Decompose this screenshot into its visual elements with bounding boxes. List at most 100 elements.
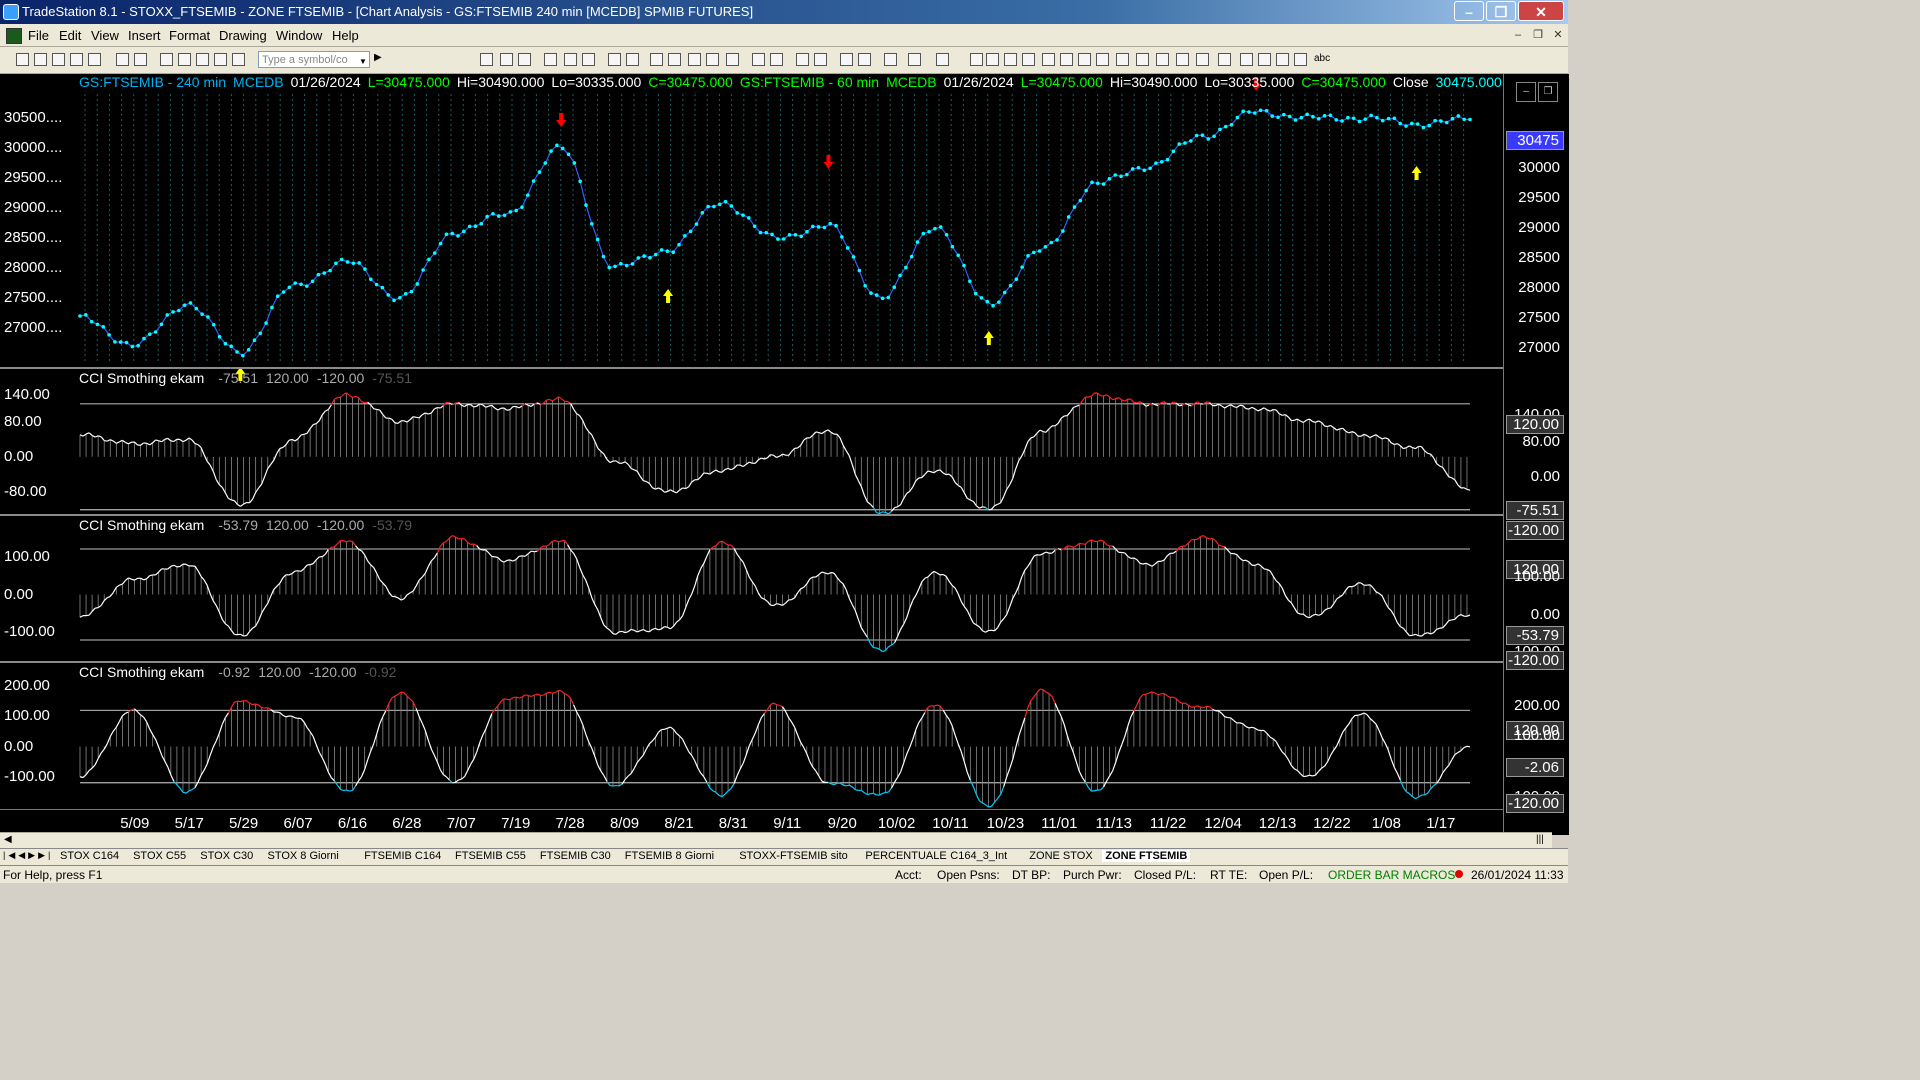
- toolbar-button[interactable]: [650, 53, 663, 66]
- toolbar-button[interactable]: [70, 53, 83, 66]
- chart-area[interactable]: GS:FTSEMIB - 240 min MCEDB 01/26/2024 L=304…: [0, 74, 1503, 809]
- toolbar-button[interactable]: [1022, 53, 1035, 66]
- toolbar-button[interactable]: [1096, 53, 1109, 66]
- toolbar-button[interactable]: [706, 53, 719, 66]
- mdi-restore-button[interactable]: ❐: [1530, 28, 1546, 42]
- workspace-tab[interactable]: FTSEMIB C55: [455, 850, 526, 862]
- toolbar-button[interactable]: [1060, 53, 1073, 66]
- scroll-grip-icon[interactable]: |||: [1536, 834, 1544, 845]
- toolbar-button[interactable]: [1176, 53, 1189, 66]
- chart-window-icon[interactable]: [6, 28, 22, 44]
- tab-scroll-arrows-icon[interactable]: |◀◀▶▶|: [3, 850, 53, 861]
- toolbar-button[interactable]: [1258, 53, 1271, 66]
- toolbar-button[interactable]: [196, 53, 209, 66]
- horizontal-scrollbar[interactable]: ◀ |||: [0, 832, 1552, 849]
- toolbar-button[interactable]: [936, 53, 949, 66]
- toolbar-button[interactable]: [752, 53, 765, 66]
- toolbar-button[interactable]: [214, 53, 227, 66]
- menu-view[interactable]: View: [91, 28, 119, 43]
- menu-format[interactable]: Format: [169, 28, 210, 43]
- toolbar-button[interactable]: [518, 53, 531, 66]
- pane-separator-3[interactable]: [0, 661, 1503, 663]
- workspace-tab[interactable]: C164_3_Int: [950, 850, 1007, 862]
- close-button[interactable]: ✕: [1518, 1, 1564, 21]
- toolbar-button[interactable]: [1116, 53, 1129, 66]
- window-titlebar[interactable]: TradeStation 8.1 - STOXX_FTSEMIB - ZONE …: [0, 0, 1568, 24]
- toolbar-button[interactable]: [1156, 53, 1169, 66]
- toolbar-button[interactable]: [770, 53, 783, 66]
- toolbar-button[interactable]: [500, 53, 513, 66]
- toolbar-button[interactable]: [986, 53, 999, 66]
- toolbar-button[interactable]: [88, 53, 101, 66]
- chevron-down-icon[interactable]: ▼: [358, 53, 368, 66]
- toolbar-button[interactable]: [160, 53, 173, 66]
- mdi-minimize-button[interactable]: –: [1510, 28, 1526, 42]
- workspace-tab[interactable]: STOX 8 Giorni: [268, 850, 339, 862]
- workspace-tab[interactable]: FTSEMIB C164: [364, 850, 441, 862]
- toolbar-button[interactable]: [970, 53, 983, 66]
- toolbar-button[interactable]: [582, 53, 595, 66]
- toolbar-button[interactable]: [564, 53, 577, 66]
- mdi-close-button[interactable]: ✕: [1550, 28, 1566, 42]
- toolbar-button[interactable]: [34, 53, 47, 66]
- menu-edit[interactable]: Edit: [59, 28, 81, 43]
- toolbar-button[interactable]: [840, 53, 853, 66]
- toolbar-button[interactable]: [1294, 53, 1307, 66]
- workspace-tab[interactable]: ZONE STOX: [1029, 850, 1092, 862]
- pane-separator-2[interactable]: [0, 514, 1503, 516]
- menu-drawing[interactable]: Drawing: [219, 28, 267, 43]
- toolbar-button[interactable]: [1276, 53, 1289, 66]
- pane-separator-1[interactable]: [0, 367, 1503, 369]
- toolbar-button[interactable]: [1136, 53, 1149, 66]
- toolbar-button[interactable]: [814, 53, 827, 66]
- workspace-tab[interactable]: STOX C164: [60, 850, 119, 862]
- toolbar-button[interactable]: [688, 53, 701, 66]
- menu-insert[interactable]: Insert: [128, 28, 161, 43]
- toolbar-button[interactable]: [1004, 53, 1017, 66]
- toolbar-button[interactable]: [668, 53, 681, 66]
- toolbar-button[interactable]: [858, 53, 871, 66]
- toolbar-button[interactable]: [626, 53, 639, 66]
- pane-restore-button[interactable]: ❐: [1538, 82, 1558, 102]
- toolbar-button[interactable]: [116, 53, 129, 66]
- toolbar-button[interactable]: [480, 53, 493, 66]
- symbol-input[interactable]: Type a symbol/co ▼: [258, 51, 370, 68]
- menu-file[interactable]: File: [28, 28, 49, 43]
- menu-window[interactable]: Window: [276, 28, 322, 43]
- toolbar-button[interactable]: [134, 53, 147, 66]
- toolbar-button[interactable]: [796, 53, 809, 66]
- workspace-tab[interactable]: STOX C30: [200, 850, 253, 862]
- cci-line-segment: [1266, 733, 1271, 738]
- toolbar-button[interactable]: [1240, 53, 1253, 66]
- toolbar-button[interactable]: [178, 53, 191, 66]
- toolbar-button[interactable]: [726, 53, 739, 66]
- toolbar-button[interactable]: [544, 53, 557, 66]
- workspace-tab[interactable]: FTSEMIB C30: [540, 850, 611, 862]
- price-axis-panel[interactable]: – ❐ 30475 30000 29500 29000 28500 28000 27500 2…: [1503, 74, 1569, 835]
- toolbar-button[interactable]: [1042, 53, 1055, 66]
- toolbar-button[interactable]: [1078, 53, 1091, 66]
- toolbar-button[interactable]: [16, 53, 29, 66]
- workspace-tab[interactable]: ZONE FTSEMIB: [1102, 850, 1191, 862]
- cci-line-segment: [939, 469, 944, 474]
- pane-minimize-button[interactable]: –: [1516, 82, 1536, 102]
- toolbar-button[interactable]: [52, 53, 65, 66]
- order-bar-macros[interactable]: ORDER BAR MACROS: [1328, 868, 1455, 882]
- menu-help[interactable]: Help: [332, 28, 359, 43]
- workspace-tab[interactable]: FTSEMIB 8 Giorni: [625, 850, 714, 862]
- workspace-tab[interactable]: STOXX-FTSEMIB sito: [739, 850, 848, 862]
- maximize-button[interactable]: ❐: [1486, 1, 1516, 21]
- workspace-tab[interactable]: PERCENTUALE: [865, 850, 946, 862]
- go-arrow-icon[interactable]: ▶: [374, 52, 382, 63]
- toolbar-button[interactable]: [232, 53, 245, 66]
- toolbar-button[interactable]: [1196, 53, 1209, 66]
- toolbar-button[interactable]: [608, 53, 621, 66]
- toolbar-button[interactable]: [884, 53, 897, 66]
- scroll-left-icon[interactable]: ◀: [4, 834, 12, 845]
- text-tool-button[interactable]: abc: [1314, 53, 1330, 64]
- toolbar-button[interactable]: [908, 53, 921, 66]
- workspace-tab[interactable]: STOX C55: [133, 850, 186, 862]
- toolbar-button[interactable]: [1218, 53, 1231, 66]
- minimize-button[interactable]: –: [1454, 1, 1484, 21]
- chart-canvas[interactable]: [0, 74, 1503, 809]
